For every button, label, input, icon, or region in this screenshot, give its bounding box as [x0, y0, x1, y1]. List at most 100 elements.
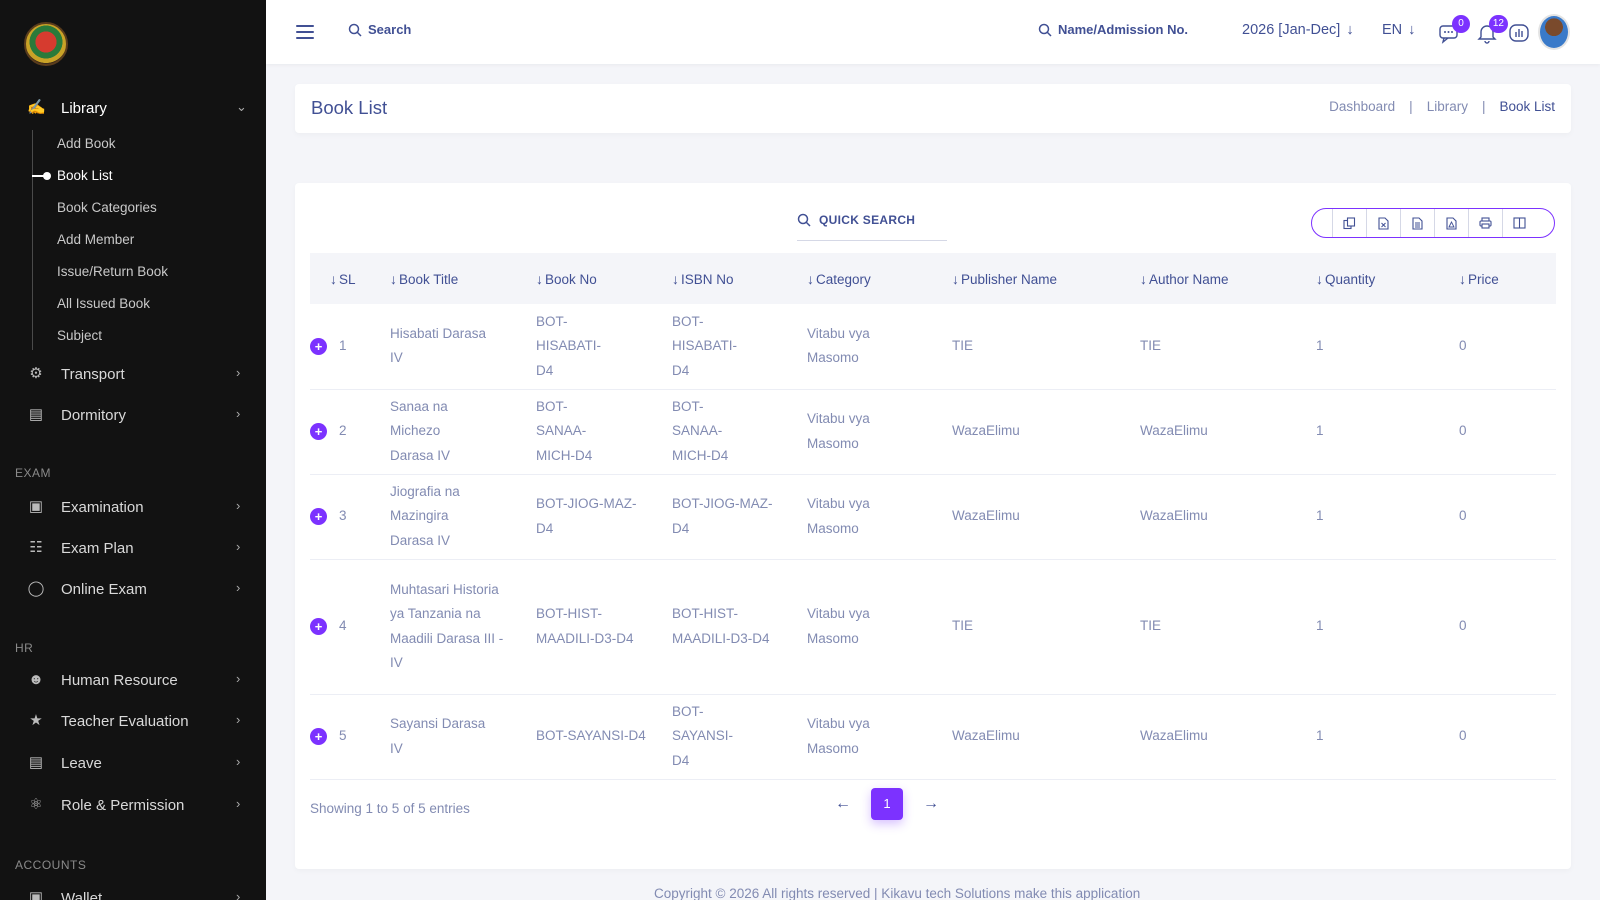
table-row[interactable]: +3 Jiografia na Mazingira Darasa IV BOT-… — [310, 474, 1556, 560]
sidebar-sub-book-categories[interactable]: Book Categories — [57, 200, 157, 215]
sidebar-item-library[interactable]: ✍ Library ⌄ — [0, 90, 266, 126]
academic-year-select[interactable]: 2026 [Jan-Dec] ↓ — [1242, 22, 1354, 38]
chat-icon[interactable]: 0 — [1438, 15, 1470, 44]
sidebar-item-examination[interactable]: ▣ Examination › — [0, 489, 266, 525]
map-icon: ▣ — [28, 498, 44, 515]
active-indicator — [32, 172, 51, 180]
page-button[interactable]: 1 — [871, 788, 903, 820]
sidebar-item-online-exam[interactable]: ◯ Online Exam › — [0, 571, 266, 607]
quick-search-input[interactable]: QUICK SEARCH — [797, 209, 947, 241]
bed-icon: ▤ — [28, 406, 44, 423]
book-table: ↓ SL ↓ Book Title ↓ Book No ↓ ISBN No ↓ Categ… — [310, 253, 1556, 780]
sidebar-section-accounts: ACCOUNTS — [15, 858, 87, 872]
column-header-sl[interactable]: ↓ SL — [310, 253, 390, 304]
submenu-line — [32, 130, 33, 350]
sidebar-item-human-resource[interactable]: ☻ Human Resource › — [0, 662, 266, 698]
sidebar-item-wallet[interactable]: ▣ Wallet › — [0, 880, 266, 900]
search-icon — [797, 213, 811, 227]
sidebar-sub-all-issued-book[interactable]: All Issued Book — [57, 296, 150, 311]
chevron-down-icon: ⌄ — [236, 99, 247, 114]
columns-button[interactable] — [1502, 209, 1536, 237]
breadcrumb-library[interactable]: Library — [1427, 99, 1468, 114]
column-header-book-no[interactable]: ↓ Book No — [536, 253, 672, 304]
pdf-file-icon — [1446, 216, 1457, 230]
hamburger-menu-icon[interactable] — [296, 25, 314, 43]
school-logo[interactable] — [24, 22, 68, 66]
excel-button[interactable] — [1366, 209, 1400, 237]
expand-row-icon[interactable]: + — [310, 618, 327, 636]
arrow-left-icon[interactable]: ← — [835, 795, 851, 813]
expand-row-icon[interactable]: + — [310, 728, 327, 746]
arrow-right-icon[interactable]: → — [923, 795, 939, 813]
column-header-author[interactable]: ↓ Author Name — [1140, 253, 1316, 304]
pagination: ← 1 → — [835, 788, 939, 820]
breadcrumb-separator: | — [1481, 99, 1486, 114]
table-row[interactable]: +4 Muhtasari Historia ya Tanzania na Maa… — [310, 559, 1556, 695]
column-header-quantity[interactable]: ↓ Quantity — [1316, 253, 1459, 304]
print-button[interactable] — [1468, 209, 1502, 237]
globe-icon: ◯ — [27, 580, 45, 597]
table-row[interactable]: +1 Hisabati Darasa IV BOT-HISABATI-D4 BO… — [310, 304, 1556, 390]
chat-badge: 0 — [1452, 15, 1470, 33]
page-title: Book List — [311, 97, 388, 118]
column-header-isbn-no[interactable]: ↓ ISBN No — [672, 253, 807, 304]
search-icon — [348, 23, 362, 37]
sidebar: ✍ Library ⌄ Add Book Book List Book Cate… — [0, 0, 266, 900]
student-search[interactable]: Name/Admission No. — [1038, 22, 1188, 37]
chevron-right-icon: › — [236, 365, 241, 380]
arrow-down-icon: ↓ — [1346, 22, 1354, 38]
clipboard-icon: ☷ — [29, 539, 43, 556]
entries-info: Showing 1 to 5 of 5 entries — [310, 801, 470, 816]
chevron-right-icon: › — [236, 671, 241, 686]
sidebar-sub-add-book[interactable]: Add Book — [57, 136, 116, 151]
leave-icon: ▤ — [28, 754, 44, 771]
book-list-card: QUICK SEARCH ↓ SL ↓ Book Title ↓ Book No… — [295, 183, 1571, 869]
global-search[interactable]: Search — [348, 22, 411, 37]
user-avatar[interactable] — [1538, 14, 1570, 50]
users-icon: ☻ — [28, 671, 44, 688]
bell-icon[interactable]: 12 — [1476, 15, 1508, 44]
column-header-book-title[interactable]: ↓ Book Title — [390, 253, 536, 304]
sidebar-sub-book-list[interactable]: Book List — [57, 168, 113, 183]
sidebar-sub-subject[interactable]: Subject — [57, 328, 102, 343]
sidebar-sub-issue-return-book[interactable]: Issue/Return Book — [57, 264, 168, 279]
breadcrumb-separator: | — [1409, 99, 1413, 114]
csv-button[interactable] — [1400, 209, 1434, 237]
top-header: Search Name/Admission No. 2026 [Jan-Dec]… — [266, 0, 1600, 64]
breadcrumb-dashboard[interactable]: Dashboard — [1329, 99, 1395, 114]
chevron-right-icon: › — [236, 539, 241, 554]
table-row[interactable]: +2 Sanaa na Michezo Darasa IV BOT-SANAA-… — [310, 389, 1556, 475]
book-reader-icon: ✍ — [27, 99, 46, 116]
language-select[interactable]: EN ↓ — [1382, 22, 1415, 38]
copy-button[interactable] — [1332, 209, 1366, 237]
chevron-right-icon: › — [236, 754, 241, 769]
printer-icon — [1479, 217, 1492, 229]
key-icon: ⚛ — [29, 796, 43, 813]
page-header: Book List Dashboard | Library | Book Lis… — [295, 84, 1571, 133]
sidebar-item-transport[interactable]: ⚙ Transport › — [0, 356, 266, 392]
sidebar-item-role-permission[interactable]: ⚛ Role & Permission › — [0, 787, 266, 823]
sidebar-section-exam: EXAM — [15, 466, 52, 480]
search-icon — [1038, 23, 1052, 37]
expand-row-icon[interactable]: + — [310, 337, 327, 355]
expand-row-icon[interactable]: + — [310, 423, 327, 441]
column-header-price[interactable]: ↓ Price — [1459, 253, 1556, 304]
breadcrumb-current: Book List — [1499, 99, 1555, 114]
wallet-icon: ▣ — [28, 889, 44, 900]
table-header: ↓ SL ↓ Book Title ↓ Book No ↓ ISBN No ↓ Categ… — [310, 253, 1556, 304]
column-header-category[interactable]: ↓ Category — [807, 253, 952, 304]
document-icon — [1412, 216, 1423, 230]
chevron-right-icon: › — [236, 889, 241, 900]
sidebar-item-exam-plan[interactable]: ☷ Exam Plan › — [0, 530, 266, 566]
pdf-button[interactable] — [1434, 209, 1468, 237]
sidebar-item-dormitory[interactable]: ▤ Dormitory › — [0, 397, 266, 433]
chevron-right-icon: › — [236, 796, 241, 811]
sidebar-item-leave[interactable]: ▤ Leave › — [0, 745, 266, 781]
expand-row-icon[interactable]: + — [310, 508, 327, 526]
sidebar-sub-add-member[interactable]: Add Member — [57, 232, 134, 247]
table-row[interactable]: +5 Sayansi Darasa IV BOT-SAYANSI-D4 BOT-… — [310, 694, 1556, 780]
sidebar-item-teacher-evaluation[interactable]: ★ Teacher Evaluation › — [0, 703, 266, 739]
star-icon: ★ — [29, 712, 43, 729]
stats-icon[interactable] — [1508, 22, 1530, 44]
column-header-publisher[interactable]: ↓ Publisher Name — [952, 253, 1140, 304]
